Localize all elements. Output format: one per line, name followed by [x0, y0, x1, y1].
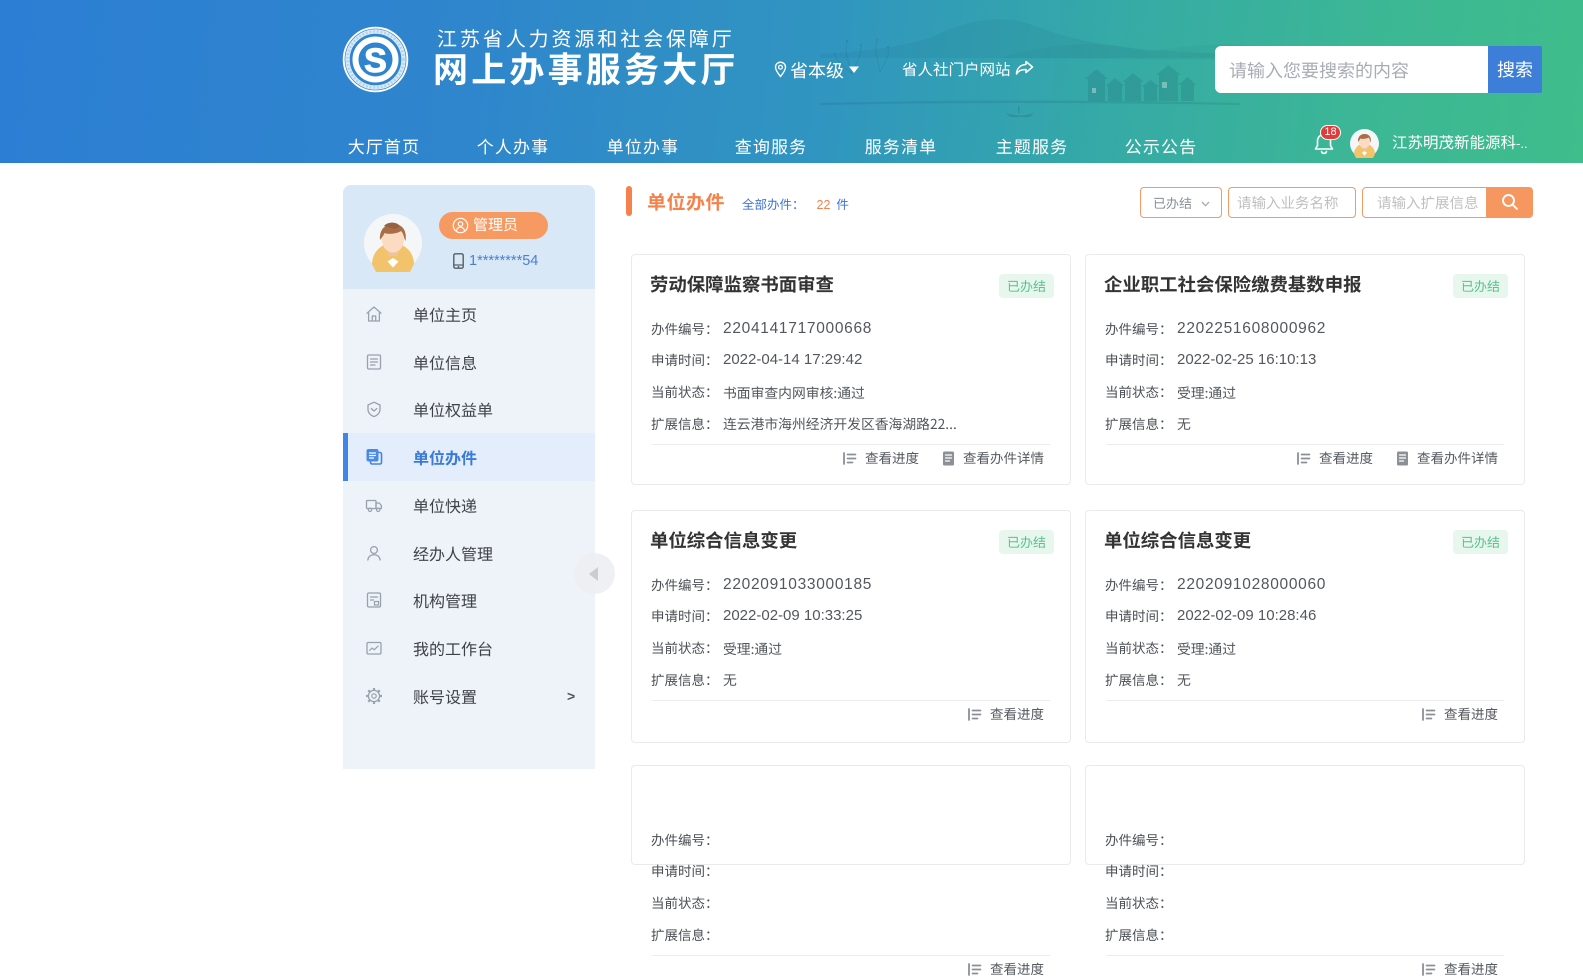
svg-text:S: S — [364, 42, 387, 80]
